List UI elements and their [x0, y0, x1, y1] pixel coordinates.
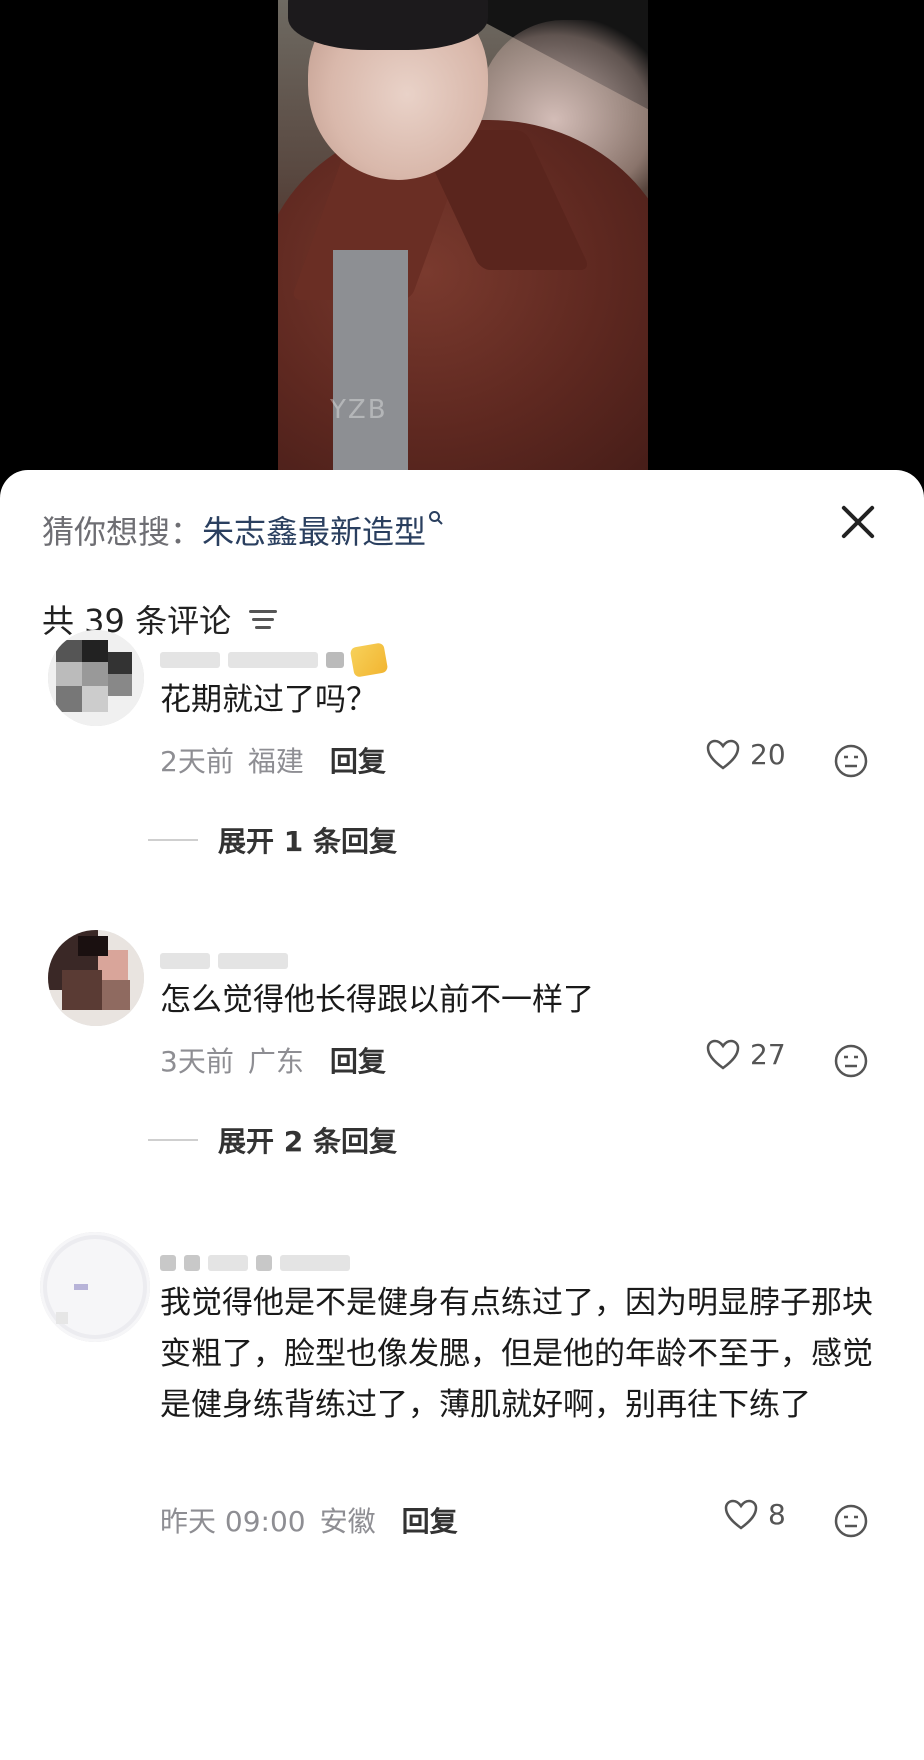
search-icon[interactable]	[428, 510, 444, 531]
heart-icon	[724, 1499, 758, 1530]
expand-replies-label: 展开 2 条回复	[218, 1125, 397, 1158]
search-suggestion-term[interactable]: 朱志鑫最新造型	[202, 507, 426, 553]
comment-time: 2天前	[160, 745, 234, 778]
video-player[interactable]: YZB	[0, 0, 924, 480]
username-redacted[interactable]	[160, 946, 288, 976]
comment-meta: 3天前 广东 回复	[160, 1040, 386, 1080]
reply-button[interactable]: 回复	[330, 740, 386, 780]
like-button[interactable]: 20	[706, 738, 786, 771]
avatar[interactable]	[48, 930, 144, 1026]
search-suggestion[interactable]: 猜你想搜： 朱志鑫最新造型	[42, 506, 444, 554]
video-watermark: YZB	[330, 395, 388, 425]
comment-meta: 2天前 福建 回复	[160, 740, 386, 780]
expand-replies-button[interactable]: 展开 1 条回复	[148, 820, 397, 860]
comment-meta: 昨天 09:00 安徽 回复	[160, 1500, 458, 1540]
expand-replies-label: 展开 1 条回复	[218, 825, 397, 858]
comment-text: 我觉得他是不是健身有点练过了，因为明显脖子那块变粗了，脸型也像发腮，但是他的年龄…	[160, 1285, 873, 1423]
like-count: 8	[768, 1498, 786, 1531]
emoji-react-icon[interactable]	[834, 1504, 868, 1538]
video-subject-hair	[288, 0, 488, 50]
video-frame[interactable]: YZB	[278, 0, 648, 470]
username-redacted[interactable]	[160, 642, 389, 678]
avatar[interactable]	[40, 1232, 150, 1342]
emoji-react-icon[interactable]	[834, 1044, 868, 1078]
reply-button[interactable]: 回复	[402, 1500, 458, 1540]
comment-location: 福建	[247, 745, 304, 778]
like-count: 27	[750, 1038, 786, 1071]
close-icon[interactable]	[832, 496, 884, 548]
expand-divider	[148, 1139, 198, 1141]
comment-time: 昨天 09:00	[160, 1505, 306, 1538]
comment-location: 广东	[247, 1045, 304, 1078]
like-button[interactable]: 27	[706, 1038, 786, 1071]
reply-button[interactable]: 回复	[330, 1040, 386, 1080]
expand-replies-button[interactable]: 展开 2 条回复	[148, 1120, 397, 1160]
heart-icon	[706, 1039, 740, 1070]
avatar[interactable]	[48, 630, 144, 726]
comment-count: 共 39 条评论	[42, 602, 232, 640]
expand-divider	[148, 839, 198, 841]
badge-icon	[349, 642, 389, 678]
like-button[interactable]: 8	[724, 1498, 786, 1531]
comment-text: 怎么觉得他长得跟以前不一样了	[160, 982, 594, 1018]
comment-location: 安徽	[319, 1505, 376, 1538]
video-subject-shirt	[333, 250, 408, 470]
sort-icon[interactable]	[249, 608, 278, 630]
username-redacted[interactable]	[160, 1248, 350, 1278]
heart-icon	[706, 739, 740, 770]
emoji-react-icon[interactable]	[834, 744, 868, 778]
search-suggestion-prefix: 猜你想搜：	[42, 513, 203, 551]
comment-time: 3天前	[160, 1045, 234, 1078]
comment-text: 花期就过了吗？	[160, 682, 377, 718]
comments-sheet: 猜你想搜： 朱志鑫最新造型 共 39 条评论 花期就过了吗？ 2天前 福建 回复…	[0, 470, 924, 1760]
like-count: 20	[750, 738, 786, 771]
